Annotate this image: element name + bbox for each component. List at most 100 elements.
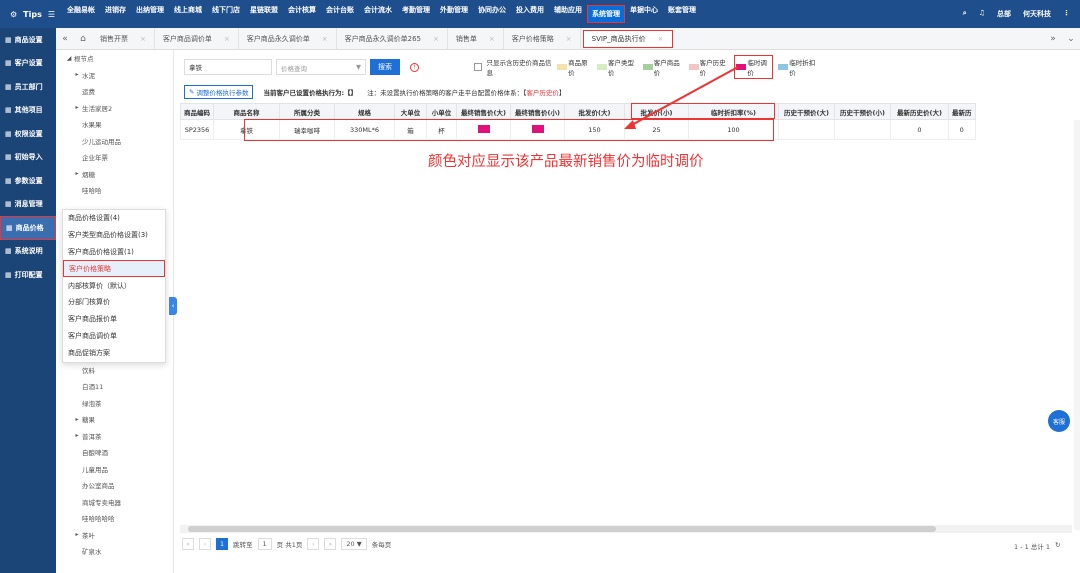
- column-header[interactable]: 小单位: [426, 103, 457, 120]
- close-icon[interactable]: ×: [224, 35, 230, 43]
- top-menu-item[interactable]: 线下门店: [207, 5, 245, 23]
- close-icon[interactable]: ×: [322, 35, 328, 43]
- submenu-item[interactable]: 客户商品价格设置(1): [63, 244, 165, 261]
- expand-toggle-icon[interactable]: ▸: [72, 170, 82, 177]
- branch-label[interactable]: 总部: [997, 9, 1011, 19]
- tree-node[interactable]: 运费: [56, 83, 173, 100]
- sidebar-item[interactable]: ▦ 客户设置: [0, 52, 56, 76]
- top-menu-item[interactable]: 星链联盟: [245, 5, 283, 23]
- chevron-down-icon[interactable]: ⌄: [1062, 34, 1080, 44]
- price-query-select[interactable]: 价格查询 ▼: [276, 59, 366, 75]
- goto-input[interactable]: 1: [257, 538, 272, 550]
- tree-node[interactable]: ▸ 茶叶: [56, 527, 173, 544]
- close-icon[interactable]: ×: [658, 35, 664, 43]
- column-header[interactable]: 商品名称: [213, 103, 280, 120]
- top-menu-item[interactable]: 全融易帐: [62, 5, 100, 23]
- expand-toggle-icon[interactable]: ▸: [72, 531, 82, 538]
- top-menu-item[interactable]: 外勤管理: [435, 5, 473, 23]
- expand-toggle-icon[interactable]: ▸: [72, 104, 82, 111]
- sidebar-item[interactable]: ▦ 参数设置: [0, 169, 56, 193]
- tree-node[interactable]: 白酒11: [56, 378, 173, 395]
- tab-item[interactable]: 销售单 ×: [448, 27, 504, 50]
- column-header[interactable]: 最新历: [948, 103, 976, 120]
- adjust-params-button[interactable]: ✎ 调整价格执行参数: [184, 85, 254, 99]
- tab-item[interactable]: 客户商品调价单 ×: [155, 27, 239, 50]
- refresh-icon[interactable]: ↻: [1055, 541, 1060, 551]
- sidebar-item[interactable]: ▦ 商品设置: [0, 28, 56, 52]
- customer-service-button[interactable]: 客服: [1048, 410, 1070, 432]
- tab-next-icon[interactable]: »: [1044, 34, 1062, 44]
- column-header[interactable]: 批发价(大): [564, 103, 625, 120]
- tree-node[interactable]: 企业年票: [56, 149, 173, 166]
- submenu-item[interactable]: 内部核算价（默认）: [63, 277, 165, 294]
- sidebar-item[interactable]: ▦ 商品价格: [0, 216, 56, 240]
- tree-node[interactable]: 少儿运动用品: [56, 133, 173, 150]
- tab-item[interactable]: SVIP_商品执行价 ×: [582, 29, 673, 48]
- prev-page-icon[interactable]: ‹: [199, 538, 211, 550]
- top-menu-item[interactable]: 出纳管理: [131, 5, 169, 23]
- column-header[interactable]: 最终销售价(小): [510, 103, 565, 120]
- username-label[interactable]: 何天科技: [1023, 9, 1051, 19]
- warning-icon[interactable]: !: [410, 62, 419, 72]
- top-menu-item[interactable]: 会计核算: [283, 5, 321, 23]
- bell-icon[interactable]: ♫: [979, 9, 985, 19]
- tree-node[interactable]: 儿童用品: [56, 461, 173, 478]
- top-menu-item[interactable]: 账套管理: [663, 5, 701, 23]
- top-menu-item[interactable]: 线上商城: [169, 5, 207, 23]
- tab-prev-icon[interactable]: «: [56, 34, 74, 44]
- tree-node[interactable]: ▸ 普洱茶: [56, 428, 173, 445]
- column-header[interactable]: 最终销售价(大): [456, 103, 511, 120]
- close-icon[interactable]: ×: [140, 35, 146, 43]
- submenu-item[interactable]: 客户商品调价单: [63, 328, 165, 345]
- expand-toggle-icon[interactable]: ▸: [72, 71, 82, 78]
- expand-toggle-icon[interactable]: ▸: [72, 432, 82, 439]
- top-menu-item[interactable]: 会计流水: [359, 5, 397, 23]
- sidebar-item[interactable]: ▦ 其他项目: [0, 99, 56, 123]
- top-menu-item[interactable]: 协同办公: [473, 5, 511, 23]
- first-page-icon[interactable]: «: [182, 538, 194, 550]
- tab-item[interactable]: 客户价格策略 ×: [504, 27, 581, 50]
- sidebar-item[interactable]: ▦ 权限设置: [0, 122, 56, 146]
- submenu-item[interactable]: 分部门核算价: [63, 294, 165, 311]
- sidebar-item[interactable]: ▦ 打印配置: [0, 263, 56, 287]
- tree-node[interactable]: ▸ 烟糖: [56, 166, 173, 183]
- column-header[interactable]: 所属分类: [279, 103, 335, 120]
- logo[interactable]: ⚙ Tips ☰: [0, 10, 62, 19]
- submenu-item[interactable]: 客户商品报价单: [63, 311, 165, 328]
- vertical-scrollbar[interactable]: [1074, 120, 1080, 530]
- tree-node[interactable]: 哇哈哈哈哈: [56, 510, 173, 527]
- last-page-icon[interactable]: »: [324, 538, 337, 550]
- tree-node[interactable]: 水果果: [56, 116, 173, 133]
- column-header[interactable]: 大单位: [394, 103, 427, 120]
- page-1-button[interactable]: 1: [216, 538, 228, 550]
- top-menu-item[interactable]: 投入费用: [511, 5, 549, 23]
- tree-node[interactable]: ▸ 水泥: [56, 67, 173, 84]
- search-input[interactable]: [184, 59, 272, 75]
- horizontal-scrollbar[interactable]: [180, 525, 1072, 533]
- tree-node[interactable]: 矿泉水: [56, 543, 173, 560]
- column-header[interactable]: 最新历史价(大): [890, 103, 949, 120]
- sidebar-item[interactable]: ▦ 消息管理: [0, 193, 56, 217]
- tree-node[interactable]: 绿泡茶: [56, 395, 173, 412]
- close-icon[interactable]: ×: [489, 35, 495, 43]
- submenu-item[interactable]: 商品促销方案: [63, 344, 165, 361]
- top-menu-item[interactable]: 考勤管理: [397, 5, 435, 23]
- close-icon[interactable]: ×: [566, 35, 572, 43]
- top-menu-item[interactable]: 进销存: [100, 5, 131, 23]
- column-header[interactable]: 规格: [334, 103, 395, 120]
- column-header[interactable]: 历史干预价(小): [834, 103, 891, 120]
- tree-node[interactable]: ◢ 根节点: [56, 50, 173, 67]
- more-icon[interactable]: ⋮: [1063, 9, 1070, 19]
- top-menu-item[interactable]: 单据中心: [625, 5, 663, 23]
- column-header[interactable]: 历史干预价(大): [778, 103, 835, 120]
- submenu-item[interactable]: 客户价格策略: [63, 260, 165, 278]
- menu-toggle-icon[interactable]: ☰: [48, 10, 55, 19]
- tree-node[interactable]: 哇哈哈: [56, 182, 173, 199]
- collapse-tree-button[interactable]: ‹: [169, 297, 177, 315]
- sidebar-item[interactable]: ▦ 员工部门: [0, 75, 56, 99]
- top-menu-item[interactable]: 辅助应用: [549, 5, 587, 23]
- tree-node[interactable]: ▸ 糖果: [56, 411, 173, 428]
- column-header[interactable]: 商品编码: [180, 103, 214, 120]
- expand-toggle-icon[interactable]: ◢: [64, 55, 74, 62]
- only-history-checkbox[interactable]: [474, 63, 482, 71]
